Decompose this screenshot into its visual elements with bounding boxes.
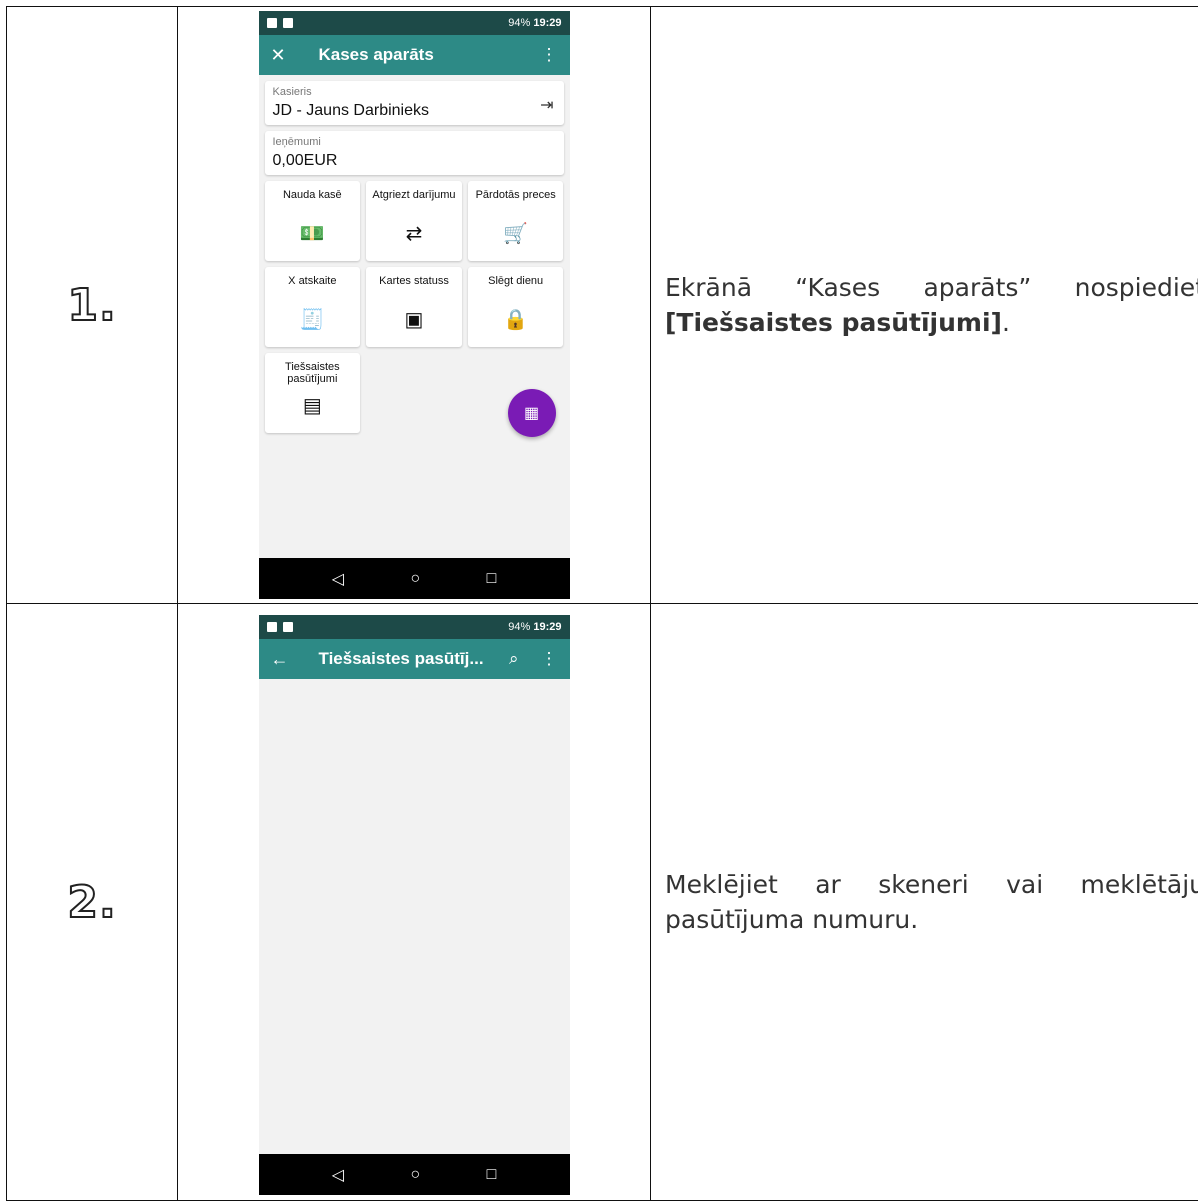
tile-card-status[interactable]: Kartes statuss ▣	[366, 267, 462, 347]
battery-percent: 94%	[508, 17, 531, 29]
clock: 19:29	[533, 17, 562, 29]
description-bold: [Tiešsaistes pasūtījumi]	[665, 308, 1002, 337]
tile-return-transaction[interactable]: Atgriezt darījumu ⇄	[366, 181, 462, 261]
sd-card-icon	[282, 18, 293, 28]
tile-cash-in-register[interactable]: Nauda kasē 💵	[264, 181, 361, 261]
step-row: 2. 94% 19:29 ← Tiešsaistes pasūtīj... ⌕ …	[6, 603, 1198, 1201]
nav-home-icon[interactable]: ○	[410, 1166, 420, 1184]
tile-online-orders[interactable]: Tiešsaistes pasūtījumi ▤	[264, 353, 361, 433]
step-description: Meklējiet ar skeneri vai meklētāju pasūt…	[650, 603, 1198, 1201]
revenue-value: 0,00EUR	[272, 152, 338, 169]
gallery-icon	[266, 622, 277, 632]
close-sign-icon: 🔒	[503, 309, 529, 331]
battery-percent: 94%	[508, 621, 531, 633]
cashier-card: Kasieris JD - Jauns Darbinieks ⇥	[264, 81, 564, 125]
android-nav-bar: ◁ ○ □	[258, 1154, 570, 1195]
page-title: Kases aparāts	[318, 45, 434, 64]
tile-label: Tiešsaistes pasūtījumi	[285, 361, 340, 385]
revenue-card: Ieņēmumi 0,00EUR	[264, 131, 564, 175]
close-icon[interactable]: ✕	[271, 45, 301, 66]
return-icon: ⇄	[405, 223, 423, 245]
gallery-icon	[266, 18, 277, 28]
status-bar: 94% 19:29	[258, 11, 570, 35]
phone-screen: 94% 19:29 ← Tiešsaistes pasūtīj... ⌕ ⋮ ◁…	[258, 615, 570, 1195]
tile-label: Atgriezt darījumu	[372, 189, 456, 201]
tile-close-day[interactable]: Slēgt dienu 🔒	[467, 267, 564, 347]
step-number-cell: 2.	[6, 603, 178, 1201]
wallet-icon: ▣	[404, 309, 424, 331]
tile-x-report[interactable]: X atskaite 🧾	[264, 267, 361, 347]
screenshot-cell: 94% 19:29 ← Tiešsaistes pasūtīj... ⌕ ⋮ ◁…	[177, 603, 651, 1201]
store-fab-button[interactable]: ▦	[507, 389, 556, 437]
cashier-label: Kasieris	[272, 86, 312, 98]
nav-home-icon[interactable]: ○	[410, 570, 420, 588]
page-title: Tiešsaistes pasūtīj...	[318, 649, 484, 668]
sd-card-icon	[282, 622, 293, 632]
cashier-value: JD - Jauns Darbinieks	[272, 102, 430, 119]
revenue-label: Ieņēmumi	[272, 136, 321, 148]
tile-label: X atskaite	[288, 275, 337, 287]
description-text: Ekrānā “Kases aparāts” nospiediet	[665, 273, 1198, 302]
tile-label: Slēgt dienu	[488, 275, 544, 287]
step-description: Ekrānā “Kases aparāts” nospiediet [Tiešs…	[650, 6, 1198, 604]
tile-label: Kartes statuss	[379, 275, 449, 287]
nav-back-icon[interactable]: ◁	[332, 1165, 344, 1185]
step-number: 1.	[66, 279, 117, 332]
cash-icon: 💵	[299, 223, 325, 245]
more-menu-icon[interactable]: ⋮	[541, 649, 558, 669]
status-bar: 94% 19:29	[258, 615, 570, 639]
steps-table: 1. 94% 19:29 ✕ Kases aparāts ⋮ Kasieris …	[6, 6, 1198, 1201]
tile-sold-goods[interactable]: Pārdotās preces 🛒	[467, 181, 564, 261]
nav-back-icon[interactable]: ◁	[332, 569, 344, 589]
nav-recent-icon[interactable]: □	[487, 1166, 497, 1184]
store-icon: ▦	[523, 405, 540, 422]
screenshot-cell: 94% 19:29 ✕ Kases aparāts ⋮ Kasieris JD …	[177, 6, 651, 604]
tile-label: Nauda kasē	[282, 189, 342, 201]
app-bar: ✕ Kases aparāts ⋮	[258, 35, 570, 75]
android-nav-bar: ◁ ○ □	[258, 558, 570, 599]
search-icon[interactable]: ⌕	[509, 649, 519, 669]
description-end: .	[1001, 308, 1010, 337]
archive-icon: ▤	[302, 395, 322, 417]
clock: 19:29	[533, 621, 562, 633]
step-number: 2.	[66, 876, 117, 929]
description-text: Meklējiet ar skeneri vai meklētāju pasūt…	[665, 870, 1198, 934]
logout-icon[interactable]: ⇥	[540, 95, 553, 115]
tile-label: Pārdotās preces	[475, 189, 556, 201]
back-arrow-icon[interactable]: ←	[271, 649, 301, 670]
step-number-cell: 1.	[6, 6, 178, 604]
step-row: 1. 94% 19:29 ✕ Kases aparāts ⋮ Kasieris …	[6, 6, 1198, 604]
report-icon: 🧾	[299, 309, 325, 331]
app-bar: ← Tiešsaistes pasūtīj... ⌕ ⋮	[258, 639, 570, 679]
more-menu-icon[interactable]: ⋮	[541, 45, 558, 65]
cart-icon: 🛒	[503, 223, 529, 245]
nav-recent-icon[interactable]: □	[487, 570, 497, 588]
phone-screen: 94% 19:29 ✕ Kases aparāts ⋮ Kasieris JD …	[258, 11, 570, 599]
